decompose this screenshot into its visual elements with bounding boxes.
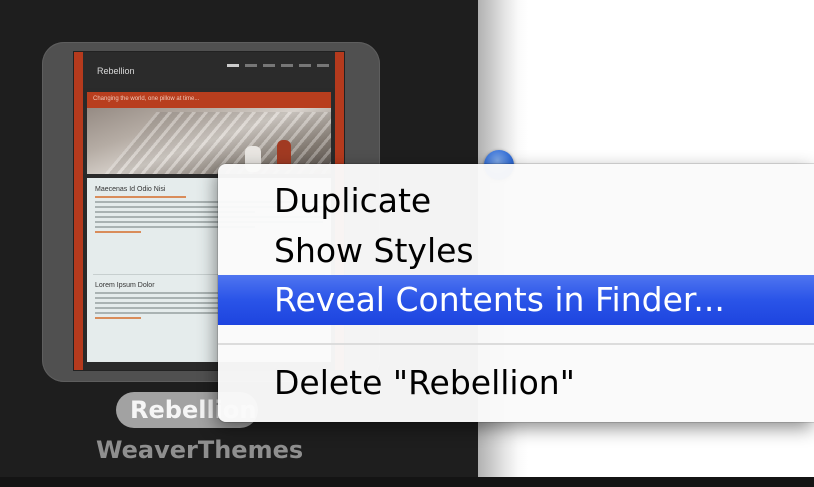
preview-site-title: Rebellion (97, 66, 135, 76)
theme-accent-rail-left (74, 52, 83, 370)
preview-banner-text: Changing the world, one pillow at time..… (93, 96, 200, 102)
menu-item-delete[interactable]: Delete "Rebellion" (218, 358, 814, 408)
theme-author-label: WeaverThemes (96, 436, 304, 464)
menu-item-reveal-in-finder[interactable]: Reveal Contents in Finder... (218, 275, 814, 325)
menu-separator (218, 343, 814, 345)
preview-nav (227, 64, 329, 67)
menu-item-duplicate[interactable]: Duplicate (218, 176, 814, 226)
preview-banner: Changing the world, one pillow at time..… (87, 92, 331, 174)
context-menu: Duplicate Show Styles Reveal Contents in… (218, 164, 814, 422)
menu-item-show-styles[interactable]: Show Styles (218, 226, 814, 276)
bottom-edge (0, 477, 814, 487)
preview-header: Rebellion (83, 52, 335, 88)
